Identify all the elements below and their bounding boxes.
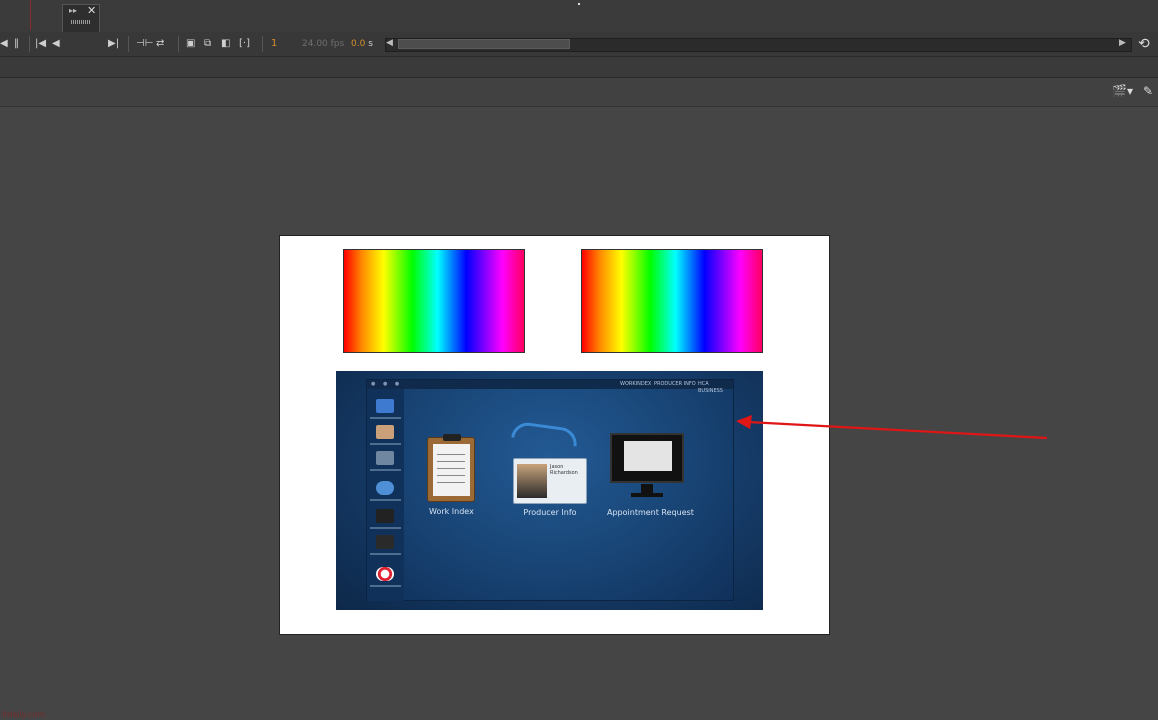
clapperboard-icon[interactable]: 🎬▾ <box>1112 84 1133 98</box>
embedded-nav-item: HCA BUSINESS <box>698 381 723 394</box>
tile-label-producer-info: Producer Info <box>523 508 577 517</box>
loop-range-icon[interactable]: ⇄ <box>156 38 164 50</box>
edit-bar <box>0 57 1158 78</box>
badge-name: Jason Richardson <box>550 464 578 476</box>
watermark: itdaily.com <box>2 710 46 719</box>
color-spectrum-image-right[interactable] <box>581 249 763 353</box>
embedded-app-window: ● ● ● WORKINDEX PRODUCER INFO HCA BUSINE… <box>366 379 734 601</box>
clipboard-icon <box>427 434 475 502</box>
modify-markers-icon[interactable]: [·] <box>239 38 250 50</box>
elapsed-time[interactable]: 0.0 s <box>351 38 373 50</box>
embedded-app-screenshot[interactable]: ● ● ● WORKINDEX PRODUCER INFO HCA BUSINE… <box>336 371 763 610</box>
toolbar-divider <box>29 36 30 52</box>
double-chevron-icon[interactable]: ▸▸ <box>69 6 77 16</box>
scroll-right-arrow-icon[interactable]: ▶ <box>1119 38 1126 48</box>
toolbar-divider <box>262 36 263 52</box>
color-spectrum-image-left[interactable] <box>343 249 525 353</box>
laptop-icon <box>376 509 394 523</box>
frame-rate[interactable]: 24.00 fps <box>302 38 344 50</box>
last-frame-icon[interactable]: ▶| <box>108 38 119 50</box>
close-icon[interactable]: ✕ <box>87 5 96 17</box>
window-controls-icon: ● ● ● <box>371 381 403 387</box>
globe-icon <box>376 481 394 495</box>
first-frame-icon[interactable]: |◀ <box>35 38 46 50</box>
people-icon <box>376 535 394 549</box>
stage-header-bar <box>0 78 1158 107</box>
embedded-nav-item: PRODUCER INFO <box>654 381 696 387</box>
onion-outline-icon[interactable]: ⧉ <box>204 38 211 50</box>
scroll-left-arrow-icon[interactable]: ◀ <box>386 38 393 48</box>
sidebar-label <box>370 417 401 419</box>
sidebar-label <box>370 527 401 529</box>
handshake-icon <box>376 425 394 439</box>
current-frame[interactable]: 1 <box>271 38 277 50</box>
embedded-nav-item: WORKINDEX <box>620 381 652 387</box>
book-icon <box>376 399 394 413</box>
sidebar-label <box>370 553 401 555</box>
keyframe-dot <box>578 3 580 5</box>
pen-icon[interactable]: ✎ <box>1143 84 1153 98</box>
pause-icon[interactable]: ‖ <box>14 38 19 50</box>
toolbar-divider <box>128 36 129 52</box>
step-back-icon[interactable]: ◀ <box>52 38 60 50</box>
loop-icon[interactable]: ⟲ <box>1138 36 1150 52</box>
monitor-base <box>631 493 663 497</box>
sidebar-label <box>370 585 401 587</box>
toolbar-divider <box>178 36 179 52</box>
scrollbar-thumb[interactable] <box>398 39 570 49</box>
sidebar-label <box>370 443 401 445</box>
lifebuoy-icon <box>376 567 394 581</box>
elapsed-time-unit: s <box>365 39 373 49</box>
embedded-titlebar: ● ● ● WORKINDEX PRODUCER INFO HCA BUSINE… <box>367 380 733 394</box>
playhead-marker[interactable] <box>30 0 31 30</box>
red-arrow-annotation <box>736 415 1048 440</box>
edit-multiple-icon[interactable]: ◧ <box>221 38 230 50</box>
sidebar-label <box>370 499 401 501</box>
monitor-icon <box>610 433 684 483</box>
tile-label-work-index: Work Index <box>429 507 474 516</box>
chart-icon <box>376 451 394 465</box>
elapsed-time-value: 0.0 <box>351 39 366 49</box>
center-frame-icon[interactable]: ⊣⊢ <box>136 38 153 50</box>
tile-label-appointment-request: Appointment Request <box>607 508 694 517</box>
play-icon[interactable]: ◀ <box>0 38 8 50</box>
onion-skin-icon[interactable]: ▣ <box>186 38 195 50</box>
id-badge-icon: Jason Richardson <box>513 458 587 504</box>
panel-grip[interactable] <box>71 20 91 24</box>
person-photo-icon <box>517 464 547 498</box>
lanyard-icon <box>511 420 579 447</box>
sidebar-label <box>370 469 401 471</box>
embedded-sidebar <box>367 389 404 601</box>
